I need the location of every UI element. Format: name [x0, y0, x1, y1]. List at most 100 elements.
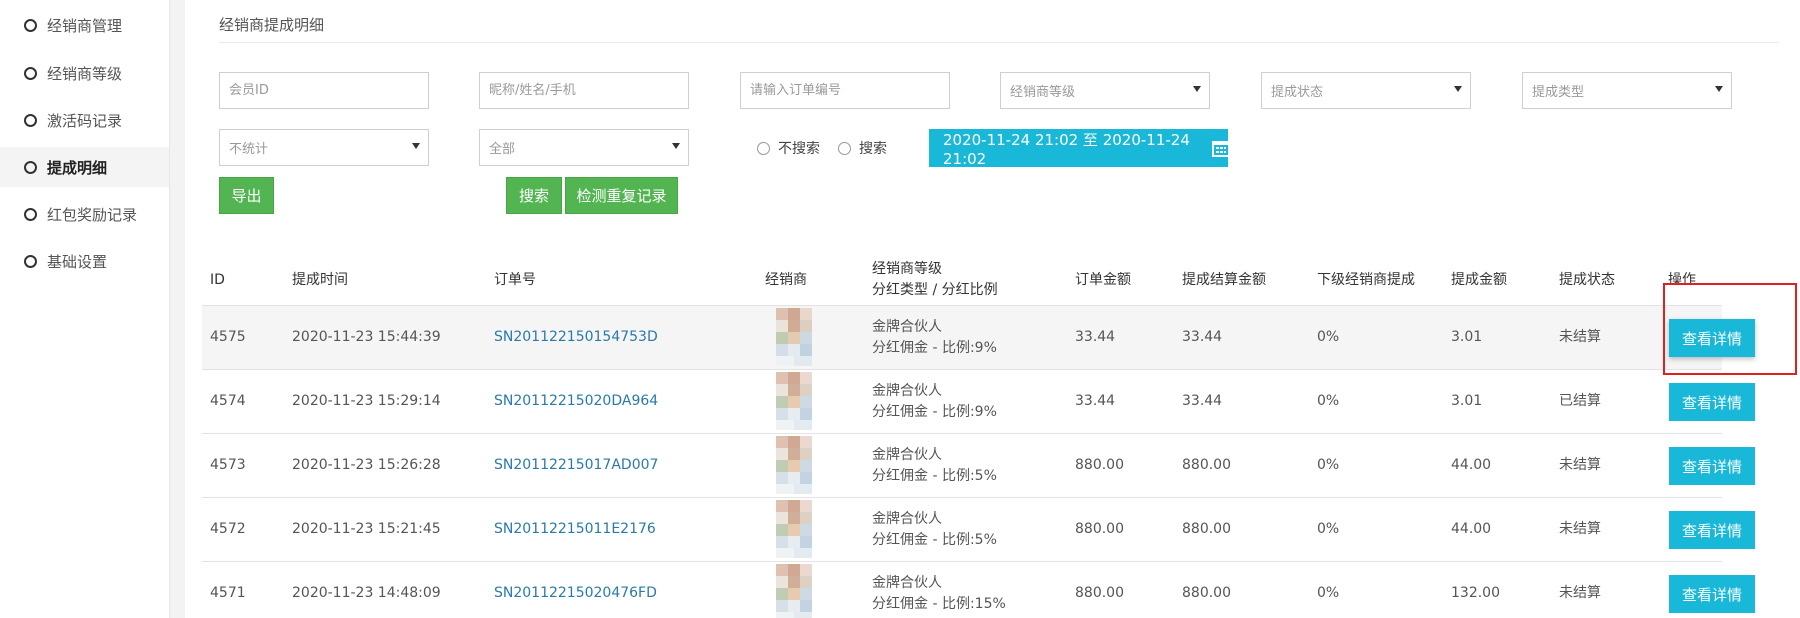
- date-range-picker[interactable]: 2020-11-24 21:02 至 2020-11-24 21:02: [929, 129, 1230, 168]
- cell-sub-commission: 0%: [1317, 585, 1340, 601]
- member-id-input[interactable]: [229, 73, 428, 108]
- sidebar-item-label: 激活码记录: [47, 111, 123, 130]
- cell-order-amount: 880.00: [1075, 585, 1124, 601]
- sidebar-item-activation-codes[interactable]: 激活码记录: [0, 100, 169, 140]
- cell-order-amount: 880.00: [1075, 457, 1124, 473]
- header-dividend-type: 分红类型 / 分红比例: [872, 282, 998, 298]
- cell-time: 2020-11-23 15:26:28: [292, 457, 441, 473]
- commission-status-select[interactable]: 提成状态: [1261, 72, 1471, 109]
- header-order: 订单号: [494, 272, 536, 288]
- header-sub-commission: 下级经销商提成: [1317, 272, 1415, 288]
- caret-down-icon: [1454, 86, 1462, 92]
- header-commission: 提成金额: [1451, 272, 1507, 288]
- select-value: 提成状态: [1271, 85, 1324, 100]
- cell-status: 未结算: [1559, 521, 1601, 537]
- order-number-input[interactable]: [750, 73, 949, 108]
- cell-status: 已结算: [1559, 393, 1601, 409]
- cell-id: 4571: [210, 585, 246, 601]
- cell-settle-amount: 880.00: [1182, 521, 1231, 537]
- export-button[interactable]: 导出: [219, 177, 274, 214]
- name-phone-input[interactable]: [489, 73, 688, 108]
- view-details-button[interactable]: 查看详情: [1669, 575, 1755, 613]
- cell-level: 金牌合伙人: [872, 511, 942, 527]
- select-value: 提成类型: [1532, 85, 1585, 100]
- cell-status: 未结算: [1559, 329, 1601, 345]
- cell-commission: 3.01: [1451, 393, 1483, 409]
- table-row: 4572 2020-11-23 15:21:45 SN20112215011E2…: [202, 497, 1755, 561]
- cell-time: 2020-11-23 14:48:09: [292, 585, 441, 601]
- search-mode-radio-group: 不搜索 搜索: [757, 138, 905, 158]
- member-id-field[interactable]: [219, 72, 429, 109]
- table-row: 4571 2020-11-23 14:48:09 SN2011221502047…: [202, 561, 1755, 618]
- order-link[interactable]: SN20112215017AD007: [494, 455, 658, 475]
- dealer-level-select[interactable]: 经销商等级: [1000, 72, 1210, 109]
- cell-ratio: 分红佣金 - 比例:5%: [872, 532, 997, 548]
- sidebar-item-label: 经销商管理: [47, 16, 123, 35]
- cell-status: 未结算: [1559, 585, 1601, 601]
- cell-ratio: 分红佣金 - 比例:9%: [872, 404, 997, 420]
- header-settle-amount: 提成结算金额: [1182, 272, 1266, 288]
- sidebar-item-dealer-level[interactable]: 经销商等级: [0, 53, 169, 93]
- header-id: ID: [210, 272, 225, 288]
- table-row: 4573 2020-11-23 15:26:28 SN20112215017AD…: [202, 433, 1755, 497]
- order-link[interactable]: SN20112215020476FD: [494, 583, 657, 603]
- sidebar-item-label: 提成明细: [47, 158, 108, 177]
- cell-status: 未结算: [1559, 457, 1601, 473]
- cell-id: 4572: [210, 521, 246, 537]
- sidebar-item-red-packet-rewards[interactable]: 红包奖励记录: [0, 194, 169, 234]
- view-details-button[interactable]: 查看详情: [1669, 511, 1755, 549]
- sidebar-item-label: 基础设置: [47, 252, 108, 271]
- sidebar-item-label: 经销商等级: [47, 64, 123, 83]
- radio-search[interactable]: [838, 141, 851, 155]
- cell-order-amount: 880.00: [1075, 521, 1124, 537]
- app-window: 经销商管理 经销商等级 激活码记录 提成明细 红包奖励记录 基础设置 经销商提成…: [0, 0, 1800, 618]
- circle-icon: [24, 18, 37, 32]
- caret-down-icon: [1715, 86, 1723, 92]
- sidebar: 经销商管理 经销商等级 激活码记录 提成明细 红包奖励记录 基础设置: [0, 0, 170, 618]
- view-details-button[interactable]: 查看详情: [1669, 383, 1755, 421]
- cell-time: 2020-11-23 15:44:39: [292, 329, 441, 345]
- order-link[interactable]: SN201122150154753D: [494, 327, 658, 347]
- header-order-amount: 订单金额: [1075, 272, 1131, 288]
- cell-level: 金牌合伙人: [872, 575, 942, 591]
- dealer-avatar: [776, 564, 812, 618]
- cell-order-amount: 33.44: [1075, 329, 1116, 345]
- view-details-button[interactable]: 查看详情: [1669, 447, 1755, 485]
- sidebar-item-dealer-management[interactable]: 经销商管理: [0, 5, 169, 45]
- check-duplicates-button[interactable]: 检测重复记录: [565, 177, 678, 214]
- main-content: 经销商提成明细 经销商等级 提成状态 提成类型 不统计 全: [185, 0, 1800, 618]
- circle-icon: [24, 207, 37, 221]
- sidebar-item-commission-details[interactable]: 提成明细: [0, 147, 169, 187]
- table-row: 4575 2020-11-23 15:44:39 SN2011221501547…: [202, 305, 1755, 369]
- cell-settle-amount: 880.00: [1182, 457, 1231, 473]
- cell-time: 2020-11-23 15:29:14: [292, 393, 441, 409]
- page-title: 经销商提成明细: [219, 16, 325, 34]
- name-phone-field[interactable]: [479, 72, 689, 109]
- cell-commission: 132.00: [1451, 585, 1500, 601]
- search-button[interactable]: 搜索: [506, 177, 562, 214]
- commission-type-select[interactable]: 提成类型: [1522, 72, 1732, 109]
- dealer-avatar: [776, 308, 812, 366]
- cell-sub-commission: 0%: [1317, 329, 1340, 345]
- dealer-avatar: [776, 500, 812, 558]
- circle-icon: [24, 160, 37, 174]
- order-link[interactable]: SN20112215020DA964: [494, 391, 658, 411]
- cell-level: 金牌合伙人: [872, 383, 942, 399]
- circle-icon: [24, 113, 37, 127]
- calendar-icon: [1211, 139, 1230, 157]
- cell-level: 金牌合伙人: [872, 447, 942, 463]
- cell-sub-commission: 0%: [1317, 457, 1340, 473]
- order-link[interactable]: SN20112215011E2176: [494, 519, 656, 539]
- all-select[interactable]: 全部: [479, 129, 689, 166]
- cell-settle-amount: 33.44: [1182, 393, 1223, 409]
- radio-search-label[interactable]: 搜索: [859, 138, 887, 158]
- sidebar-item-basic-settings[interactable]: 基础设置: [0, 241, 169, 281]
- select-value: 经销商等级: [1010, 85, 1076, 100]
- order-number-field[interactable]: [740, 72, 950, 109]
- radio-no-search[interactable]: [757, 141, 770, 155]
- circle-icon: [24, 66, 37, 80]
- statistics-select[interactable]: 不统计: [219, 129, 429, 166]
- circle-icon: [24, 254, 37, 268]
- radio-no-search-label[interactable]: 不搜索: [778, 138, 820, 158]
- cell-id: 4574: [210, 393, 246, 409]
